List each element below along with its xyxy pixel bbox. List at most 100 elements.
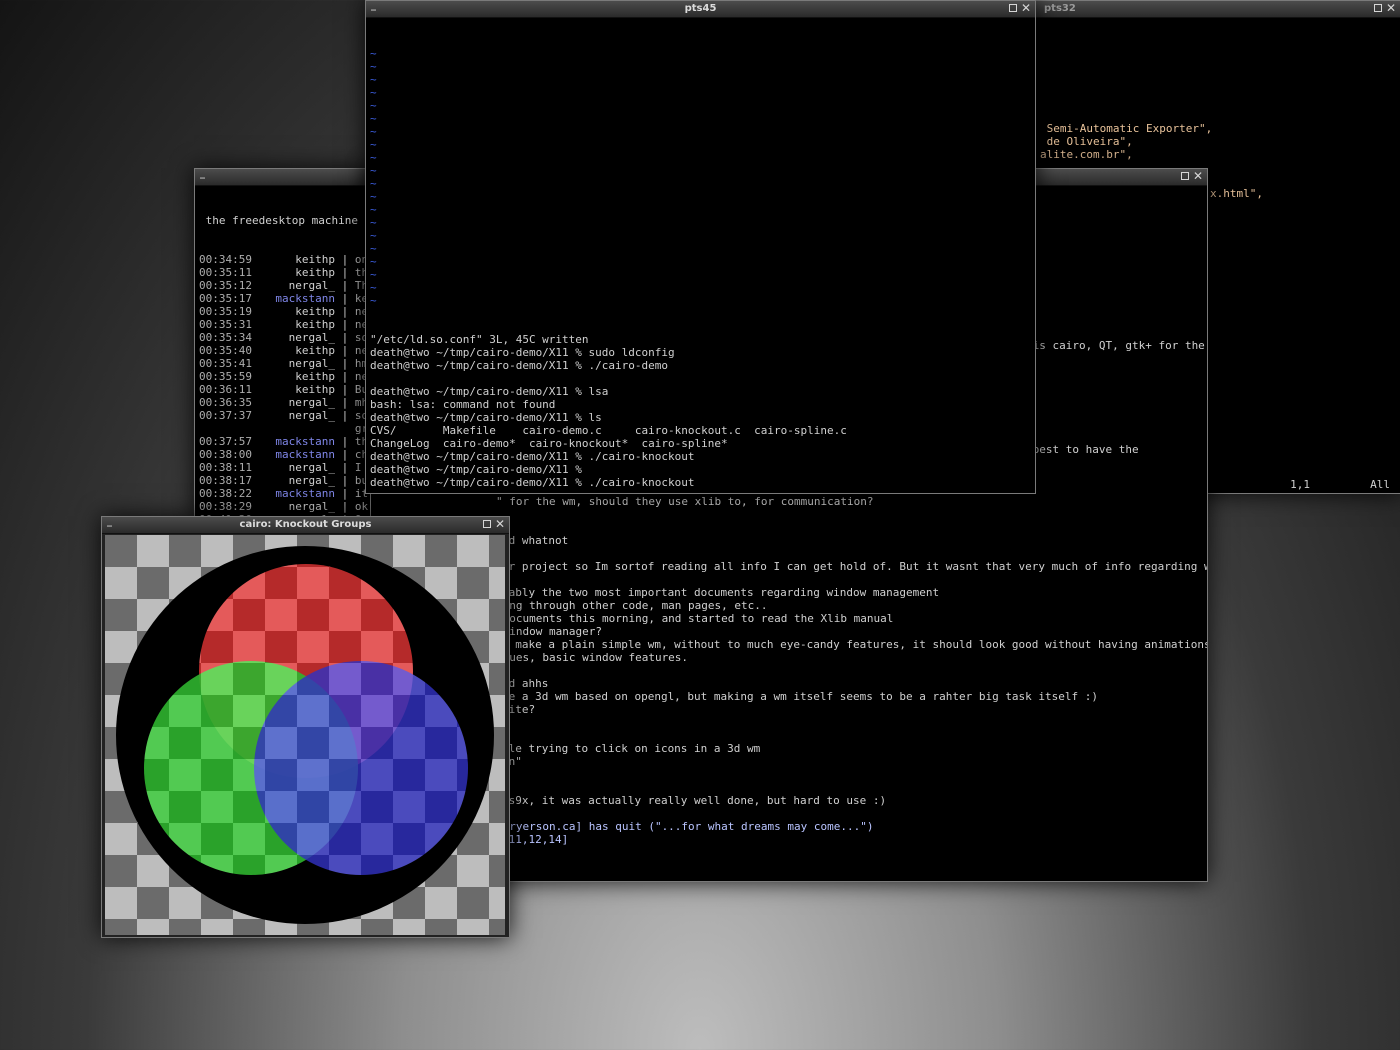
- message-separator: |: [335, 383, 355, 396]
- message-separator: |: [335, 318, 355, 331]
- message-timestamp: 00:38:11: [199, 461, 252, 474]
- close-icon[interactable]: ✕: [1021, 1, 1031, 15]
- message-timestamp: 00:38:17: [199, 474, 252, 487]
- irc-message: 00:38:17 nergal_ | bu: [199, 474, 371, 487]
- vim-empty-line-tilde: ~: [370, 294, 377, 307]
- vim-empty-line-tilde: ~: [370, 268, 377, 281]
- message-nick[interactable]: keithp: [259, 383, 335, 396]
- maximize-icon[interactable]: [1374, 4, 1382, 12]
- message-nick[interactable]: nergal_: [259, 357, 335, 370]
- message-separator: |: [335, 357, 355, 370]
- irc-message: 00:35:41 nergal_ | hm: [199, 357, 371, 370]
- message-text: ok: [354, 500, 369, 513]
- chat-line: ke a 3d wm based on opengl, but making a…: [502, 690, 1099, 703]
- message-timestamp: 00:36:35: [199, 396, 252, 409]
- blue-circle: [254, 661, 468, 875]
- irc-message: gr: [199, 422, 371, 435]
- irc-message: 00:38:11 nergal_ | I: [199, 461, 371, 474]
- chat-line: ple trying to click on icons in a 3d wm: [502, 742, 761, 755]
- pts32-titlebar[interactable]: pts32 ✕: [1036, 1, 1400, 18]
- message-nick[interactable]: keithp: [259, 370, 335, 383]
- message-nick[interactable]: nergal_: [259, 396, 335, 409]
- terminal-line: death@two ~/tmp/cairo-demo/X11 %: [370, 463, 582, 476]
- message-separator: |: [335, 500, 355, 513]
- maximize-icon[interactable]: [483, 520, 491, 528]
- message-timestamp: 00:38:22: [199, 487, 252, 500]
- message-timestamp: 00:35:59: [199, 370, 252, 383]
- message-nick[interactable]: keithp: [259, 344, 335, 357]
- vim-empty-line-tilde: ~: [370, 112, 377, 125]
- vim-empty-line-tilde: ~: [370, 216, 377, 229]
- chat-line: or project so Im sortof reading all info…: [502, 560, 1208, 573]
- message-nick[interactable]: keithp: [259, 305, 335, 318]
- message-separator: |: [335, 344, 355, 357]
- message-nick[interactable]: nergal_: [259, 279, 335, 292]
- vim-empty-line-tilde: ~: [370, 203, 377, 216]
- chat-line: e.ryerson.ca] has quit ("...for what dre…: [496, 820, 874, 833]
- vim-empty-line-tilde: ~: [370, 242, 377, 255]
- message-timestamp: 00:34:59: [199, 253, 252, 266]
- vim-empty-line-tilde: ~: [370, 177, 377, 190]
- pts45-terminal-content[interactable]: ~ ~ ~ ~ ~ ~ ~ ~ ~ ~ ~ ~ ~ ~ ~ ~ ~ ~ ~ ~ "/etc/ld.so.conf" 3…: [370, 21, 1031, 491]
- terminal-line: x.html",: [1210, 187, 1263, 200]
- message-nick[interactable]: mackstann: [259, 435, 335, 448]
- irc-message: 00:35:12 nergal_ | Th: [199, 279, 371, 292]
- minimize-icon[interactable]: _: [200, 169, 205, 179]
- message-separator: [335, 422, 355, 435]
- message-separator: |: [335, 279, 355, 292]
- chat-line: nd whatnot: [502, 534, 569, 547]
- irc-message: 00:35:34 nergal_ | so: [199, 331, 371, 344]
- terminal-line: death@two ~/tmp/cairo-demo/X11 % ./cairo…: [370, 359, 669, 372]
- message-timestamp: 00:35:34: [199, 331, 252, 344]
- message-nick[interactable]: nergal_: [259, 474, 335, 487]
- vim-empty-line-tilde: ~: [370, 151, 377, 164]
- irc-message: 00:35:40 keithp | ne: [199, 344, 371, 357]
- close-icon[interactable]: ✕: [1386, 1, 1396, 15]
- terminal-line: death@two ~/tmp/cairo-demo/X11 % ./cairo…: [370, 476, 695, 489]
- irc-message: 00:38:29 nergal_ | ok: [199, 500, 371, 513]
- pts32-title: pts32: [1044, 3, 1076, 14]
- terminal-line: death@two ~/tmp/cairo-demo/X11 % ls: [370, 411, 602, 424]
- message-separator: |: [335, 396, 355, 409]
- message-nick[interactable]: keithp: [259, 318, 335, 331]
- message-nick[interactable]: keithp: [259, 266, 335, 279]
- knockout-window[interactable]: _ cairo: Knockout Groups ✕: [101, 516, 510, 938]
- chat-line: his cairo, QT, gtk+ for the: [1026, 339, 1205, 352]
- message-nick[interactable]: mackstann: [259, 292, 335, 305]
- pts45-window[interactable]: _ pts45 ✕ ~ ~ ~ ~ ~ ~ ~ ~ ~ ~ ~ ~ ~ ~ ~ ~ ~ ~ ~ ~ "/etc/ld.…: [365, 0, 1036, 494]
- message-nick[interactable]: nergal_: [259, 500, 335, 513]
- message-separator: |: [335, 331, 355, 344]
- message-separator: |: [335, 448, 355, 461]
- message-separator: |: [335, 461, 355, 474]
- message-nick[interactable]: mackstann: [259, 448, 335, 461]
- irc-message: 00:35:31 keithp | ne: [199, 318, 371, 331]
- message-nick[interactable]: nergal_: [259, 461, 335, 474]
- message-timestamp: 00:35:41: [199, 357, 252, 370]
- message-timestamp: 00:35:11: [199, 266, 252, 279]
- irc-message: 00:38:22 mackstann | it: [199, 487, 371, 500]
- terminal-line: death@two ~/tmp/cairo-demo/X11 % lsa: [370, 385, 609, 398]
- pts45-titlebar[interactable]: _ pts45 ✕: [366, 1, 1035, 18]
- message-nick[interactable]: keithp: [259, 253, 335, 266]
- irc-message: 00:38:00 mackstann | ch: [199, 448, 371, 461]
- irc-message: 00:35:11 keithp | th: [199, 266, 371, 279]
- maximize-icon[interactable]: [1009, 4, 1017, 12]
- message-separator: |: [335, 266, 355, 279]
- terminal-line: death@two ~/tmp/cairo-demo/X11 % sudo ld…: [370, 346, 675, 359]
- chat-line: ws9x, it was actually really well done, …: [502, 794, 887, 807]
- knockout-canvas[interactable]: [105, 535, 505, 935]
- close-icon[interactable]: ✕: [495, 517, 505, 531]
- message-timestamp: 00:38:00: [199, 448, 252, 461]
- irc-log[interactable]: the freedesktop machine sur 00:34:59 keit…: [199, 188, 371, 519]
- irc-titlebar[interactable]: _: [195, 169, 371, 186]
- irc-window[interactable]: _ the freedesktop machine sur 00:34:59 ke…: [194, 168, 372, 522]
- message-nick[interactable]: mackstann: [259, 487, 335, 500]
- message-nick[interactable]: nergal_: [259, 331, 335, 344]
- vim-empty-line-tilde: ~: [370, 164, 377, 177]
- knockout-titlebar[interactable]: _ cairo: Knockout Groups ✕: [102, 517, 509, 534]
- message-nick[interactable]: nergal_: [259, 409, 335, 422]
- terminal-line: alite.com.br",: [1040, 148, 1133, 161]
- message-timestamp: 00:35:40: [199, 344, 252, 357]
